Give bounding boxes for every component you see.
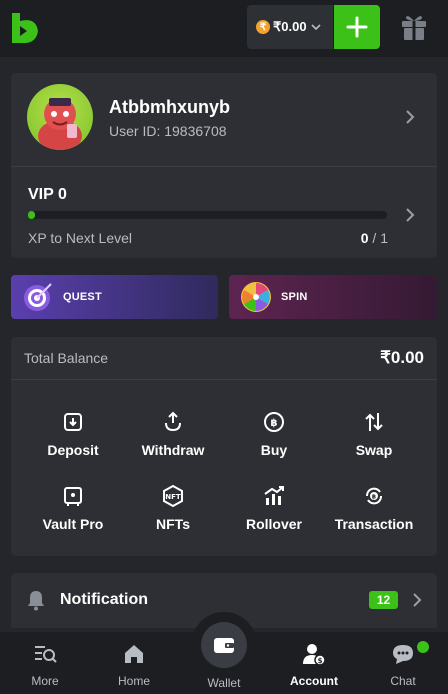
nav-wallet-label: Wallet (207, 676, 241, 690)
wallet-icon (214, 638, 234, 653)
total-balance-label: Total Balance (24, 350, 109, 366)
xp-target: 1 (380, 230, 388, 246)
profile-card: Atbbmhxunyb User ID: 19836708 VIP 0 XP t… (11, 73, 437, 258)
home-icon (125, 645, 143, 663)
rollover-icon (264, 486, 284, 505)
bell-icon (28, 591, 44, 611)
transaction-button[interactable]: ฿ Transaction (324, 485, 424, 532)
chevron-right-icon[interactable] (404, 109, 416, 125)
divider (11, 379, 437, 380)
username: Atbbmhxunyb (109, 97, 230, 117)
swap-icon (365, 413, 383, 431)
user-id: User ID: 19836708 (109, 123, 227, 139)
xp-label: XP to Next Level (28, 230, 133, 246)
transaction-label: Transaction (334, 516, 414, 532)
nft-icon: NFT (163, 485, 183, 507)
nav-chat-label: Chat (390, 674, 416, 688)
balance-selector[interactable]: ₹ ₹0.00 (247, 5, 333, 49)
header-balance: ₹0.00 (273, 19, 307, 34)
account-icon: $ (303, 644, 326, 666)
nav-home[interactable]: Home (89, 632, 179, 694)
spin-label: SPIN (281, 291, 308, 303)
deposit-button[interactable]: Deposit (23, 411, 123, 458)
notification-count-badge: 12 (369, 591, 398, 609)
gift-icon[interactable] (400, 12, 428, 42)
xp-value: 0 / 1 (361, 230, 388, 246)
deposit-add-button[interactable] (334, 5, 380, 49)
vault-pro-label: Vault Pro (42, 516, 104, 532)
quest-banner[interactable]: QUEST (11, 275, 218, 319)
swap-button[interactable]: Swap (324, 411, 424, 458)
nav-chat[interactable]: Chat (358, 632, 448, 694)
nfts-button[interactable]: NFT NFTs (123, 485, 223, 532)
nav-home-label: Home (117, 674, 150, 688)
swap-label: Swap (355, 442, 393, 458)
xp-separator: / (368, 230, 381, 246)
nav-account[interactable]: $ Account (269, 632, 359, 694)
avatar[interactable] (27, 84, 93, 150)
xp-current: 0 (360, 230, 369, 246)
wallet-card: Total Balance ₹0.00 Deposit Withdraw ฿ B… (11, 337, 437, 556)
total-balance-value: ₹0.00 (380, 348, 424, 367)
logo-icon[interactable] (10, 11, 40, 45)
svg-text:$: $ (318, 657, 323, 665)
nav-more[interactable]: More (0, 632, 90, 694)
rupee-coin-icon: ₹ (256, 20, 270, 34)
deposit-icon (64, 413, 82, 431)
notification-label: Notification (60, 591, 148, 608)
nfts-label: NFTs (156, 516, 190, 532)
menu-search-icon (35, 646, 57, 663)
chat-online-dot (417, 641, 429, 653)
rollover-label: Rollover (245, 516, 302, 532)
chevron-down-icon (311, 24, 321, 31)
top-header: ₹ ₹0.00 (0, 0, 448, 57)
nav-more-label: More (31, 674, 59, 688)
avatar-character-icon (38, 98, 82, 150)
withdraw-icon (165, 411, 181, 432)
plus-icon (346, 16, 368, 38)
withdraw-label: Withdraw (141, 442, 205, 458)
svg-text:NFT: NFT (165, 493, 181, 501)
chevron-right-icon[interactable] (404, 207, 416, 223)
nav-wallet[interactable] (201, 622, 247, 668)
rollover-button[interactable]: Rollover (224, 485, 324, 532)
vip-level: VIP 0 (28, 186, 67, 203)
transaction-icon: ฿ (366, 487, 382, 505)
chat-icon (393, 645, 413, 664)
vip-progress-bar (28, 211, 387, 219)
quest-label: QUEST (63, 291, 102, 303)
svg-text:฿: ฿ (271, 418, 278, 429)
deposit-label: Deposit (47, 442, 99, 458)
chevron-right-icon (413, 593, 422, 607)
vault-pro-button[interactable]: Vault Pro (23, 485, 123, 532)
svg-text:฿: ฿ (372, 494, 376, 501)
buy-icon: ฿ (264, 412, 284, 432)
nav-account-label: Account (290, 674, 338, 688)
vip-progress-fill (28, 211, 36, 219)
vault-icon (64, 487, 82, 506)
spin-banner[interactable]: SPIN (229, 275, 437, 319)
withdraw-button[interactable]: Withdraw (123, 411, 223, 458)
buy-label: Buy (260, 442, 288, 458)
buy-button[interactable]: ฿ Buy (224, 411, 324, 458)
divider (11, 166, 437, 167)
target-icon (24, 283, 52, 311)
spin-wheel-icon (241, 282, 271, 312)
